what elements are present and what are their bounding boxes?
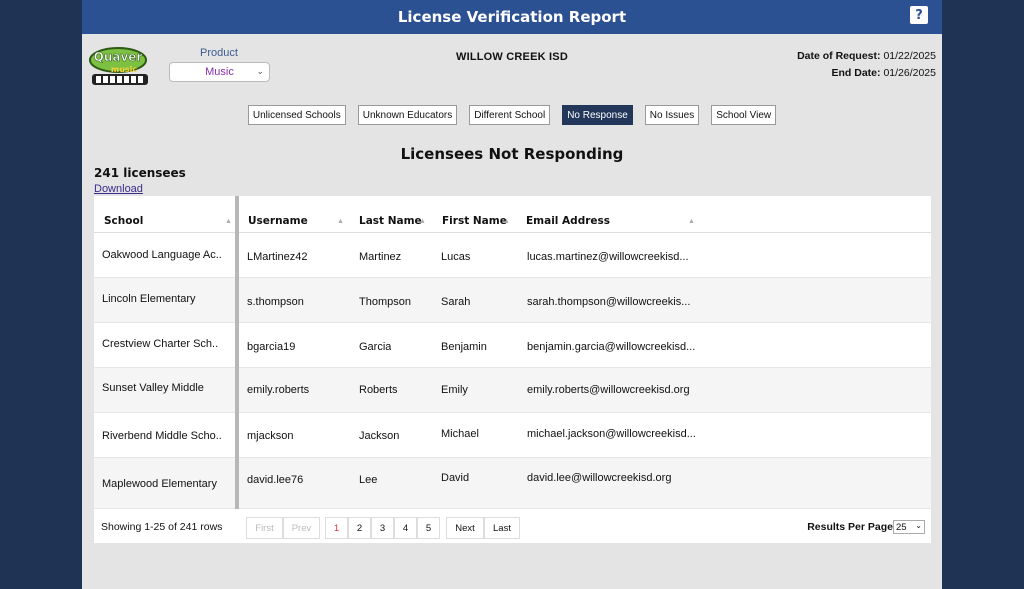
request-date-label: Date of Request: [797,50,881,62]
cell-first-name: Emily [441,384,468,396]
column-header-email[interactable]: Email Address [526,215,610,227]
table-row[interactable]: Riverbend Middle Scho.. mjackson Jackson… [94,413,931,458]
cell-email: david.lee@willowcreekisd.org [527,472,672,484]
title-bar: License Verification Report ? [82,0,942,34]
cell-username: emily.roberts [247,384,310,396]
filter-different-school[interactable]: Different School [469,105,551,125]
sort-icon[interactable]: ▲ [419,218,426,225]
table-row[interactable]: Crestview Charter Sch.. bgarcia19 Garcia… [94,323,931,368]
table-row[interactable]: Maplewood Elementary david.lee76 Lee Dav… [94,458,931,509]
cell-username: bgarcia19 [247,341,296,353]
cell-last-name: Martinez [359,251,402,263]
page-button-1[interactable]: 1 [325,517,348,539]
cell-last-name: Jackson [359,430,400,442]
results-per-page-select[interactable]: 25 ⌄ [893,520,925,534]
cell-username: mjackson [247,430,294,442]
filter-school-view[interactable]: School View [711,105,777,125]
cell-last-name: Roberts [359,384,398,396]
cell-school: Maplewood Elementary [102,478,217,490]
sort-icon[interactable]: ▲ [503,218,510,225]
cell-school: Lincoln Elementary [102,293,196,305]
cell-school: Crestview Charter Sch.. [102,338,219,350]
last-page-button[interactable]: Last [484,517,520,539]
chevron-down-icon: ⌄ [256,66,264,76]
page-button-3[interactable]: 3 [371,517,394,539]
next-page-button[interactable]: Next [446,517,484,539]
table-row[interactable]: Sunset Valley Middle emily.roberts Rober… [94,368,931,413]
frozen-column-divider[interactable] [235,196,239,509]
download-link[interactable]: Download [94,183,143,195]
filter-unlicensed-schools[interactable]: Unlicensed Schools [247,105,346,125]
cell-last-name: Lee [359,474,378,486]
product-select[interactable]: Music ⌄ [169,62,270,82]
sort-icon[interactable]: ▲ [688,218,695,225]
request-date-value: 01/22/2025 [883,50,936,62]
page-button-4[interactable]: 4 [394,517,417,539]
cell-username: LMartinez42 [247,251,308,263]
table-header: School ▲ Username ▲ Last Name ▲ First Na… [94,196,931,233]
chevron-down-icon: ⌄ [915,521,922,530]
cell-username: s.thompson [247,296,304,308]
results-per-page-value: 25 [896,521,907,533]
cell-email: emily.roberts@willowcreekisd.org [527,384,690,396]
cell-school: Oakwood Language Ac.. [102,249,222,261]
page-button-2[interactable]: 2 [348,517,371,539]
end-date-label: End Date: [831,67,881,79]
product-selected-value: Music [205,66,234,78]
filter-tabs: Unlicensed Schools Unknown Educators Dif… [82,105,942,125]
cell-username: david.lee76 [247,474,304,486]
help-button[interactable]: ? [910,6,928,24]
cell-first-name: Benjamin [441,341,487,353]
column-header-last-name[interactable]: Last Name [359,215,422,227]
sort-icon[interactable]: ▲ [225,218,232,225]
cell-first-name: Sarah [441,296,471,308]
page-title: License Verification Report [397,8,627,26]
cell-email: benjamin.garcia@willowcreekisd... [527,341,696,353]
first-page-button[interactable]: First [246,517,283,539]
table-row[interactable]: Lincoln Elementary s.thompson Thompson S… [94,278,931,323]
filter-unknown-educators[interactable]: Unknown Educators [357,105,458,125]
rows-showing-text: Showing 1-25 of 241 rows [101,521,223,533]
column-header-first-name[interactable]: First Name [442,215,507,227]
filter-no-issues[interactable]: No Issues [644,105,700,125]
cell-email: lucas.martinez@willowcreekisd... [527,251,689,263]
column-header-username[interactable]: Username [248,215,308,227]
page-button-5[interactable]: 5 [417,517,440,539]
svg-text:music: music [111,65,138,74]
sort-icon[interactable]: ▲ [337,218,344,225]
licensee-count: 241 licensees [94,166,186,180]
column-header-school[interactable]: School [104,215,143,227]
report-panel: License Verification Report ? Quaver mus… [82,0,942,589]
cell-last-name: Thompson [359,296,411,308]
end-date-value: 01/26/2025 [883,67,936,79]
cell-email: michael.jackson@willowcreekisd... [527,428,696,440]
prev-page-button[interactable]: Prev [283,517,320,539]
table-row[interactable]: Oakwood Language Ac.. LMartinez42 Martin… [94,233,931,278]
cell-email: sarah.thompson@willowcreekis... [527,296,691,308]
results-per-page-label: Results Per Page [807,521,893,533]
cell-first-name: Lucas [441,251,471,263]
section-title: Licensees Not Responding [400,145,624,163]
licensees-table: School ▲ Username ▲ Last Name ▲ First Na… [94,196,931,543]
cell-school: Riverbend Middle Scho.. [102,430,222,442]
pagination-bar: Showing 1-25 of 241 rows First Prev 1 2 … [94,509,931,543]
filter-no-response[interactable]: No Response [562,105,633,125]
cell-first-name: David [441,472,470,484]
cell-last-name: Garcia [359,341,392,353]
cell-first-name: Michael [441,428,479,440]
cell-school: Sunset Valley Middle [102,382,204,394]
report-dates: Date of Request: 01/22/2025 End Date: 01… [797,48,936,82]
